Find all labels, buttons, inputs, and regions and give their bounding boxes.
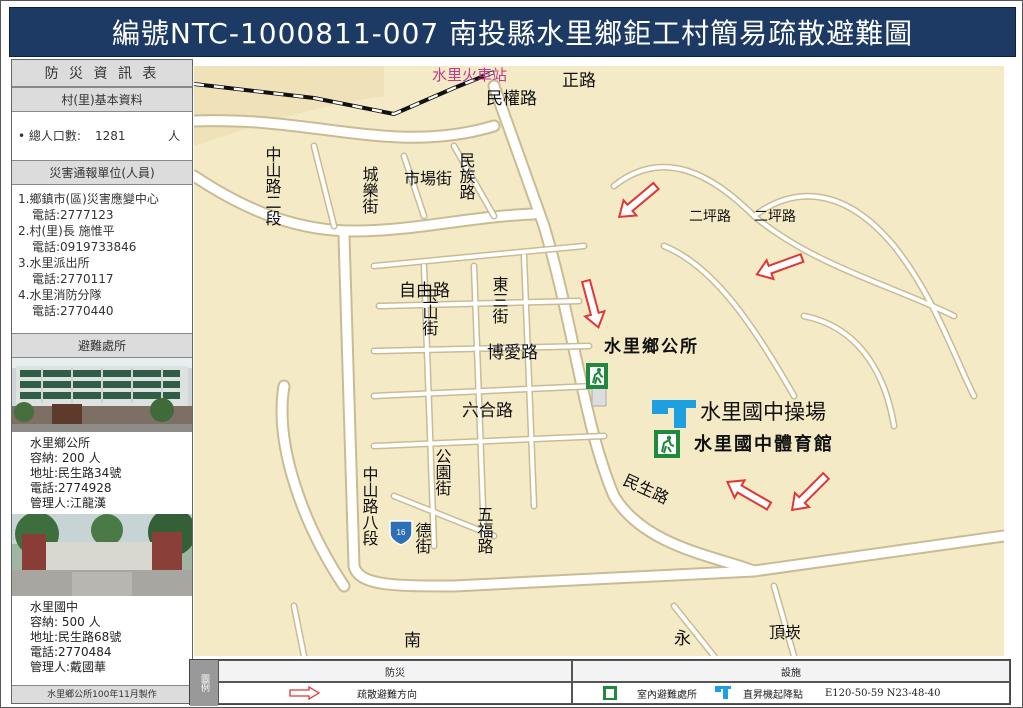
page-title: 編號NTC-1000811-007 南投縣水里鄉鉅工村簡易疏散避難圖 — [9, 7, 1016, 57]
road-label: 頂崁 — [769, 623, 801, 642]
map-canvas[interactable]: 水里火車站 民權路 正路 中山路二段 城樂街 市場街 民族路 自由路 玉山街 東… — [194, 66, 1004, 656]
legend-indoor-label: 室內避難處所 — [637, 689, 697, 701]
road-label: 正路 — [562, 71, 596, 91]
place-label-office: 水里鄉公所 — [604, 336, 699, 357]
road-label: 城樂街 — [360, 166, 379, 214]
village-basic-header: 村(里)基本資料 — [12, 87, 192, 112]
shelter-phone: 電話:2770484 — [30, 645, 112, 659]
report-line: 電話:2777123 — [32, 208, 114, 222]
place-label-field: 水里國中操場 — [700, 400, 826, 424]
report-line: 4.水里消防分隊 — [18, 288, 102, 302]
place-label-gym: 水里國中體育館 — [694, 433, 834, 455]
office-building — [591, 387, 607, 407]
population-label: • 總人口數: — [18, 129, 81, 143]
road-label: 五福路 — [475, 506, 494, 554]
shelter-icon[interactable] — [586, 363, 608, 389]
legend-heli-label: 直昇機起降點 — [743, 689, 803, 701]
report-line: 1.鄉鎮市(區)災害應變中心 — [18, 192, 159, 206]
shelter-manager: 管理人:江龍漢 — [30, 496, 107, 510]
shelter-photo-school — [12, 514, 192, 596]
shelter-address: 地址:民生路68號 — [30, 630, 122, 644]
shelter-capacity: 容納: 200 人 — [30, 451, 101, 465]
road-label: 民權路 — [486, 89, 537, 109]
legend-evac-row: 疏散避難方向 — [218, 682, 572, 704]
population-value: 1281 — [94, 129, 126, 143]
station-label: 水里火車站 — [432, 66, 507, 84]
legend-side-label: 圖例 — [190, 660, 218, 706]
info-panel: 防 災 資 訊 表 村(里)基本資料 • 總人口數: 1281 人 災害通報單位… — [11, 59, 193, 704]
report-line: 電話:2770440 — [32, 304, 114, 318]
report-header: 災害通報單位(人員) — [12, 160, 192, 185]
population-row: • 總人口數: 1281 人 — [12, 112, 192, 160]
road-label: 永 — [674, 629, 691, 649]
panel-header: 防 災 資 訊 表 — [12, 60, 192, 87]
road-label: 博愛路 — [487, 343, 538, 363]
shelter-icon — [603, 686, 617, 700]
report-line: 3.水里派出所 — [18, 256, 90, 270]
report-list: 1.鄉鎮市(區)災害應變中心 電話:2777123 2.村(里)長 施惟平 電話… — [12, 185, 192, 333]
shelter-icon[interactable] — [654, 430, 680, 458]
population-unit: 人 — [167, 129, 180, 143]
legend-evac-label: 疏散避難方向 — [357, 689, 417, 701]
shelter-phone: 電話:2774928 — [30, 481, 112, 495]
shelter-info-school: 水里國中 容納: 500 人 地址:民生路68號 電話:2770484 管理人:… — [12, 596, 192, 678]
map-frame: 編號NTC-1000811-007 南投縣水里鄉鉅工村簡易疏散避難圖 防 災 資… — [0, 0, 1023, 708]
shelter-capacity: 容納: 500 人 — [30, 615, 101, 629]
helicopter-icon — [715, 686, 731, 699]
road-label: 玉山街 — [420, 288, 439, 336]
legend: 圖例 防災 設施 疏散避難方向 室內避難處所 直昇機起降點 E120-50-59… — [189, 659, 1011, 706]
road-label: 德街 — [413, 522, 432, 554]
shelter-name: 水里鄉公所 — [30, 436, 91, 450]
shelter-name: 水里國中 — [30, 600, 79, 614]
report-line: 電話:2770117 — [32, 272, 114, 286]
road-label: 中山路八段 — [360, 466, 379, 546]
road-label: 東三街 — [490, 276, 509, 324]
road-label: 中山路二段 — [263, 146, 282, 226]
legend-col-header: 防災 — [218, 660, 572, 682]
production-note: 水里鄉公所100年11月製作 — [12, 685, 192, 703]
road-label: 二坪路 — [754, 209, 796, 225]
shelter-header: 避難處所 — [12, 333, 192, 358]
road-label: 二坪路 — [689, 209, 731, 225]
legend-col-header: 設施 — [572, 660, 1010, 682]
svg-text:16: 16 — [397, 528, 406, 537]
legend-coords: E120-50-59 N23-48-40 — [825, 687, 941, 699]
evac-arrow-icon — [289, 686, 321, 700]
road-label: 公園街 — [433, 448, 452, 496]
shelter-info-office: 水里鄉公所 容納: 200 人 地址:民生路34號 電話:2774928 管理人… — [12, 432, 192, 514]
shelter-manager: 管理人:戴國華 — [30, 660, 107, 674]
shelter-address: 地址:民生路34號 — [30, 466, 122, 480]
road-label: 南 — [404, 631, 421, 651]
legend-facility-row: 室內避難處所 直昇機起降點 E120-50-59 N23-48-40 — [572, 682, 1010, 704]
road-label: 市場街 — [404, 169, 452, 188]
shelter-photo-office — [12, 358, 192, 432]
road-label: 民族路 — [457, 152, 476, 200]
report-line: 2.村(里)長 施惟平 — [18, 224, 115, 238]
report-line: 電話:0919733846 — [32, 240, 137, 254]
road-label: 六合路 — [462, 401, 513, 421]
